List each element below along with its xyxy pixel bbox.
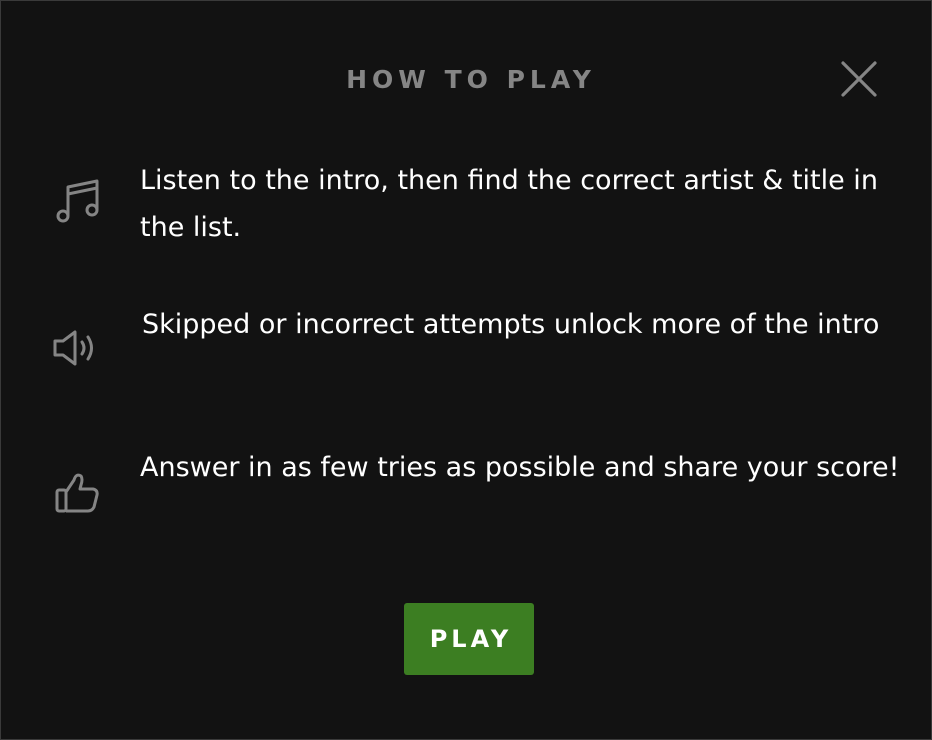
thumbs-up-icon [51,468,103,520]
music-note-icon [51,177,103,229]
close-button[interactable] [839,59,879,99]
close-icon [839,59,879,99]
modal-title: HOW TO PLAY [346,65,596,94]
instruction-text: Listen to the intro, then find the corre… [140,165,878,243]
instruction-text: Skipped or incorrect attempts unlock mor… [142,309,880,340]
instruction-text: Answer in as few tries as possible and s… [140,452,900,483]
speaker-volume-icon [51,323,103,375]
how-to-play-modal: HOW TO PLAY Listen to the intro, then fi… [0,0,932,740]
play-button[interactable]: PLAY [404,603,534,675]
